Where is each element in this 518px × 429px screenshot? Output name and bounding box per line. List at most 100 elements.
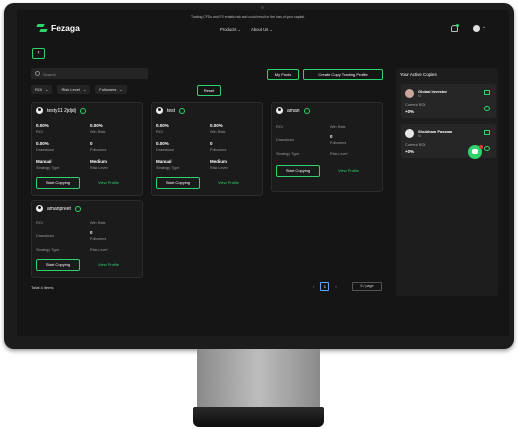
verified-icon xyxy=(303,107,310,114)
start-copying-button[interactable]: Start Copying xyxy=(276,165,320,177)
winrate-value: 0.00% xyxy=(90,123,103,128)
followers-value: 0 xyxy=(90,230,93,235)
trader-name: amanpreet xyxy=(47,205,71,212)
verified-icon xyxy=(79,107,86,114)
copy-trader-name: Global investor xyxy=(418,89,448,94)
active-copies-panel: Your Active Copies Global investor M Cur… xyxy=(396,68,498,296)
total-items: Total 4 items xyxy=(31,285,54,290)
risk-label: Risk Level xyxy=(90,248,108,252)
app-screen: Trading CFDs and FX entails risk and cou… xyxy=(17,10,509,336)
risk-value: Medium xyxy=(90,159,108,164)
avatar xyxy=(405,129,414,138)
trader-header: amanpreet xyxy=(36,205,81,212)
copy-trader-sub: M xyxy=(418,134,421,138)
strategy-label: Strategy Type xyxy=(276,152,300,156)
trader-card: test 0.00% ROI 0.00% Win Rate 0.00% Draw… xyxy=(151,102,263,196)
nav-about-us[interactable]: About Us xyxy=(251,27,273,32)
roi-value: 0.00% xyxy=(36,123,49,128)
avatar xyxy=(405,89,414,98)
winrate-label: Win Rate xyxy=(90,221,106,225)
trader-name: test xyxy=(167,107,176,114)
start-copying-button[interactable]: Start Copying xyxy=(156,177,200,189)
winrate-label: Win Rate xyxy=(330,125,346,129)
current-roi-value: +0% xyxy=(405,149,414,154)
back-button[interactable]: ‹ xyxy=(32,48,45,59)
roi-label: ROI xyxy=(36,130,43,134)
my-pools-button[interactable]: My Pools xyxy=(267,69,299,80)
brand-name: Fezaga xyxy=(51,23,80,33)
start-copying-button[interactable]: Start Copying xyxy=(36,259,80,271)
risk-label: Risk Level xyxy=(210,166,228,170)
risk-value: Medium xyxy=(210,159,228,164)
search-input[interactable]: Search xyxy=(31,68,148,79)
strategy-label: Strategy Type xyxy=(36,248,60,252)
strategy-label: Strategy Type xyxy=(156,166,180,170)
start-copying-button[interactable]: Start Copying xyxy=(36,177,80,189)
current-roi-value: +0% xyxy=(405,109,414,114)
current-roi-label: Current ROI xyxy=(405,143,426,147)
notification-bell-icon[interactable] xyxy=(450,24,459,32)
verified-icon xyxy=(179,107,186,114)
page-number[interactable]: 1 xyxy=(320,282,330,291)
panel-title: Your Active Copies xyxy=(400,72,437,77)
eye-icon[interactable] xyxy=(484,106,490,111)
user-avatar[interactable] xyxy=(473,25,480,32)
trader-name: testy11 2jdjdj xyxy=(47,107,76,114)
nav-products[interactable]: Products xyxy=(220,27,241,32)
winrate-value: 0.00% xyxy=(210,123,223,128)
mail-icon[interactable] xyxy=(484,90,490,95)
view-profile-link[interactable]: View Profile xyxy=(98,262,119,267)
view-profile-link[interactable]: View Profile xyxy=(338,168,359,173)
monitor-stand xyxy=(197,349,320,409)
avatar xyxy=(36,107,43,114)
followers-value: 0 xyxy=(90,141,93,146)
filter-followers[interactable]: Followers xyxy=(95,85,127,94)
risk-label: Risk Level xyxy=(90,166,108,170)
followers-value: 0 xyxy=(210,141,213,146)
mail-icon[interactable] xyxy=(484,130,490,135)
trader-header: aman xyxy=(276,107,310,114)
strategy-label: Strategy Type xyxy=(36,166,60,170)
chat-badge xyxy=(479,145,483,149)
reset-button[interactable]: Reset xyxy=(197,85,221,96)
risk-label: Risk Level xyxy=(330,152,348,156)
create-profile-button[interactable]: Create Copy Trading Profile xyxy=(303,69,383,80)
strategy-value: Manual xyxy=(36,159,52,164)
drawdown-label: Drawdown xyxy=(36,234,54,238)
view-profile-link[interactable]: View Profile xyxy=(218,180,239,185)
trader-header: test xyxy=(156,107,186,114)
page-size-select[interactable]: 6 / page xyxy=(352,282,382,291)
trader-card: testy11 2jdjdj 0.00% ROI 0.00% Win Rate … xyxy=(31,102,143,196)
chevron-down-icon[interactable]: ⌄ xyxy=(482,24,486,30)
winrate-label: Win Rate xyxy=(90,130,106,134)
filter-roi[interactable]: ROI xyxy=(31,85,53,94)
webcam-dot xyxy=(261,6,264,9)
prev-page-icon[interactable]: ‹ xyxy=(313,284,314,289)
followers-label: Followers xyxy=(330,141,347,145)
notification-dot xyxy=(456,24,459,27)
risk-disclaimer: Trading CFDs and FX entails risk and cou… xyxy=(191,15,305,19)
active-copy-card[interactable]: Global investor M Current ROI +0% xyxy=(401,84,496,118)
drawdown-label: Drawdown xyxy=(276,138,294,142)
next-page-icon[interactable]: › xyxy=(335,284,336,289)
trader-card: aman ROI Win Rate Drawdown 0 Followers S… xyxy=(271,102,383,192)
monitor-base xyxy=(193,407,324,427)
drawdown-label: Drawdown xyxy=(156,148,174,152)
trader-card: amanpreet ROI Win Rate Drawdown 0 Follow… xyxy=(31,200,143,278)
brand-logo[interactable]: Fezaga xyxy=(37,23,80,33)
filter-bar: ROI Risk Level Followers xyxy=(31,85,127,94)
trader-header: testy11 2jdjdj xyxy=(36,107,86,114)
verified-icon xyxy=(74,205,81,212)
filter-risk-level[interactable]: Risk Level xyxy=(57,85,91,94)
avatar xyxy=(36,205,43,212)
pagination: ‹ 1 › xyxy=(313,282,337,291)
drawdown-label: Drawdown xyxy=(36,148,54,152)
drawdown-value: 0.00% xyxy=(36,141,49,146)
winrate-label: Win Rate xyxy=(210,130,226,134)
view-profile-link[interactable]: View Profile xyxy=(98,180,119,185)
eye-icon[interactable] xyxy=(484,146,490,151)
followers-label: Followers xyxy=(90,148,107,152)
current-roi-label: Current ROI xyxy=(405,103,426,107)
avatar xyxy=(156,107,163,114)
roi-label: ROI xyxy=(156,130,163,134)
